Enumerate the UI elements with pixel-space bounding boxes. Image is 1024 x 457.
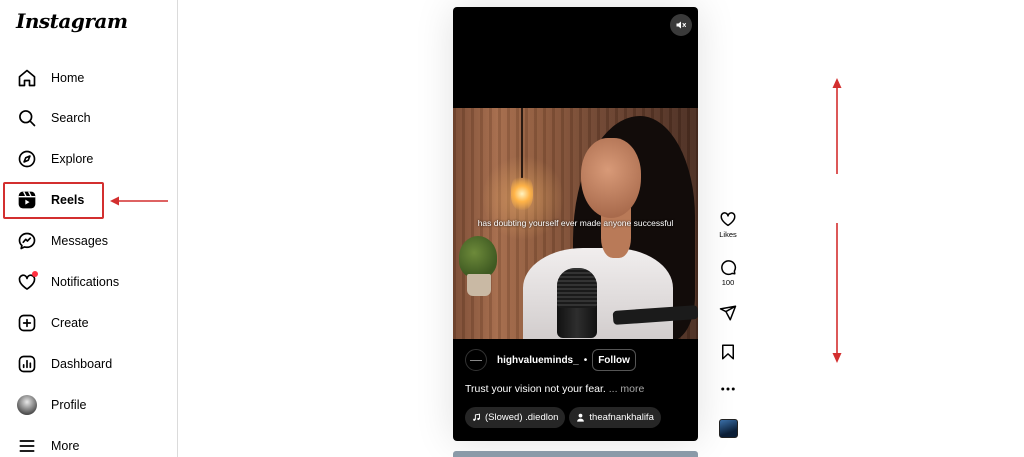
author-username[interactable]: highvalueminds_ (497, 355, 579, 366)
reel-chips: (Slowed) .diedlon theafnankhalifa (465, 407, 661, 428)
sidebar-item-label: Search (51, 111, 91, 125)
speaker-muted-icon (676, 21, 686, 29)
tagged-user-chip[interactable]: theafnankhalifa (569, 407, 661, 428)
send-icon[interactable] (719, 304, 737, 322)
annotation-highlight-box (3, 182, 104, 219)
dashboard-icon (16, 353, 38, 375)
plant-pot (467, 274, 491, 296)
instagram-logo[interactable]: Instagram (16, 9, 128, 33)
comment-action[interactable]: 100 (708, 258, 748, 287)
person-face (581, 138, 641, 218)
audio-chip-label: (Slowed) .diedlon (485, 412, 559, 423)
microphone-grill (557, 268, 597, 308)
like-action[interactable]: Likes (708, 210, 748, 239)
caption-more-link[interactable]: ... more (609, 383, 645, 395)
sidebar-item-label: Create (51, 316, 89, 330)
notification-badge (32, 271, 38, 277)
author-avatar[interactable] (465, 349, 487, 371)
plus-square-icon (16, 312, 38, 334)
avatar (17, 395, 37, 415)
music-note-icon (473, 413, 480, 421)
share-action[interactable] (708, 304, 748, 322)
sidebar-item-label: Messages (51, 234, 108, 248)
sidebar-item-notifications[interactable]: Notifications (8, 264, 170, 300)
messenger-icon (16, 230, 38, 252)
person-icon (577, 413, 585, 422)
next-reel-preview[interactable] (453, 451, 698, 457)
sidebar-item-label: Dashboard (51, 357, 113, 371)
comment-icon[interactable] (719, 258, 737, 276)
reel-player[interactable]: has doubting yourself ever made anyone s… (453, 7, 698, 441)
save-action[interactable] (708, 343, 748, 361)
bookmark-icon[interactable] (719, 343, 737, 361)
sidebar-item-dashboard[interactable]: Dashboard (8, 346, 170, 382)
compass-icon (16, 148, 38, 170)
annotation-arrow-up (832, 78, 842, 174)
sidebar-item-label: Profile (51, 398, 87, 412)
sidebar-item-more[interactable]: More (8, 428, 170, 457)
author-row: highvalueminds_ • Follow (465, 349, 636, 371)
separator-dot: • (583, 354, 588, 366)
likes-label: Likes (719, 230, 737, 239)
sidebar-item-explore[interactable]: Explore (8, 141, 170, 177)
plant (459, 236, 497, 278)
more-horizontal-icon[interactable] (719, 386, 737, 392)
mute-button[interactable] (670, 14, 692, 36)
video-subtitle: has doubting yourself ever made anyone s… (477, 218, 674, 228)
sidebar-item-search[interactable]: Search (8, 100, 170, 136)
tagged-user-label: theafnankhalifa (589, 412, 654, 423)
more-options-action[interactable] (708, 386, 748, 392)
audio-chip[interactable]: (Slowed) .diedlon (465, 407, 566, 428)
search-icon (16, 107, 38, 129)
annotation-arrow-left (110, 196, 168, 206)
heart-icon[interactable] (719, 210, 737, 228)
menu-icon (16, 435, 38, 457)
follow-button[interactable]: Follow (592, 349, 636, 371)
lamp-bulb (511, 174, 533, 210)
sidebar-item-label: Explore (51, 152, 94, 166)
reel-video[interactable]: has doubting yourself ever made anyone s… (453, 108, 698, 339)
lamp-cord (521, 108, 523, 178)
heart-icon (16, 271, 38, 293)
audio-thumbnail-action[interactable] (708, 419, 748, 438)
profile-avatar (16, 394, 38, 416)
sidebar-item-label: Notifications (51, 275, 120, 289)
caption-text: Trust your vision not your fear. (465, 383, 606, 395)
sidebar-item-label: More (51, 439, 80, 453)
sidebar-item-create[interactable]: Create (8, 305, 170, 341)
comments-count: 100 (721, 278, 735, 287)
annotation-arrow-down (832, 223, 842, 363)
person-shirt (523, 248, 673, 339)
home-icon (16, 67, 38, 89)
audio-thumbnail[interactable] (718, 419, 738, 438)
sidebar-item-home[interactable]: Home (8, 60, 170, 96)
sidebar-item-messages[interactable]: Messages (8, 223, 170, 259)
reel-caption: Trust your vision not your fear. ... mor… (465, 383, 644, 395)
sidebar: Instagram Home Search Explore Reels Mess… (0, 0, 178, 457)
sidebar-item-profile[interactable]: Profile (8, 387, 170, 423)
sidebar-item-label: Home (51, 71, 85, 85)
